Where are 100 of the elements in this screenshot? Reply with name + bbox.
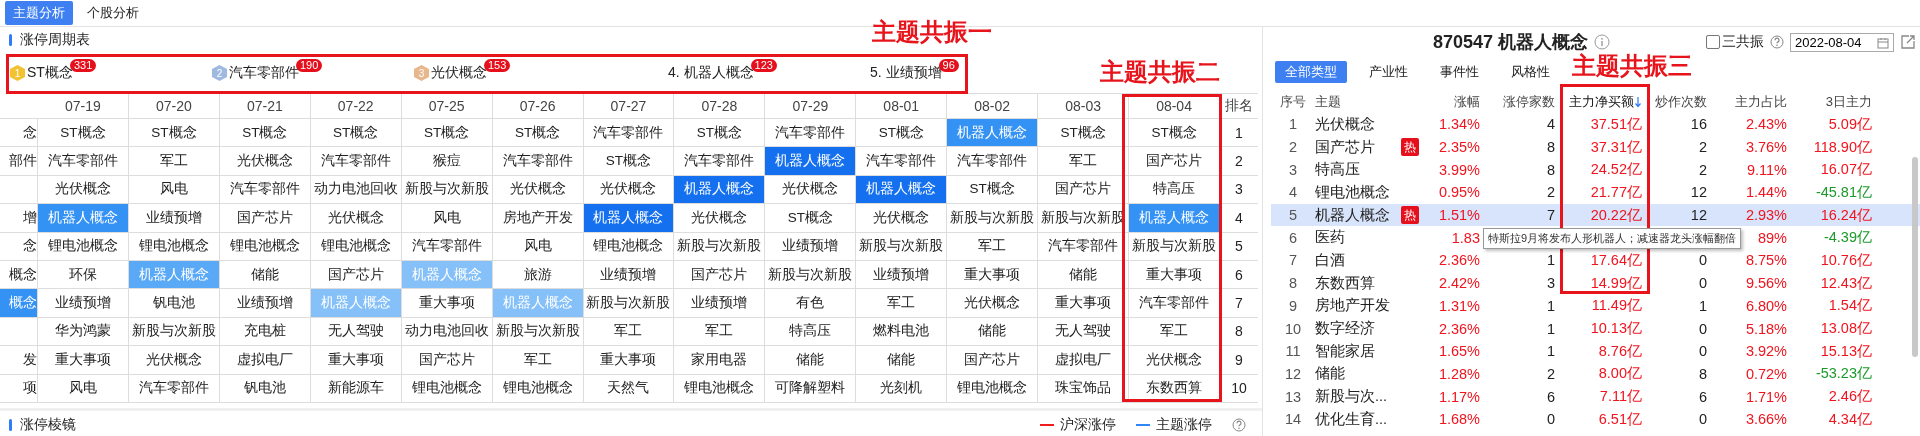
table-cell: 2 [1698, 139, 1707, 156]
table-cell: 重大事项 [310, 346, 402, 375]
table-cell: 新股与次新股 [128, 317, 220, 347]
table-cell: -45.81亿 [1815, 182, 1872, 202]
table-cell: 1.34% [1438, 116, 1480, 133]
table-cell: 6.80% [1745, 297, 1787, 314]
tab[interactable]: 个股分析 [79, 1, 147, 25]
theme-name: 数字经济 [1315, 319, 1376, 339]
table-cell: 1.65% [1438, 343, 1480, 360]
table-cell: 新股与次新股 [583, 289, 675, 318]
column-header[interactable]: 主力净买额 [1569, 93, 1634, 111]
section-title: 涨停棱镜 [20, 415, 76, 434]
export-icon[interactable] [1900, 34, 1916, 50]
column-header: 07-26 [492, 93, 584, 119]
checkbox[interactable] [1706, 35, 1720, 49]
table-cell: ST概念 [947, 175, 1039, 205]
table-cell: 风电 [492, 232, 584, 261]
table-cell: -53.23亿 [1815, 364, 1872, 384]
table-cell: 军工 [128, 147, 220, 176]
column-header: 主力占比 [1735, 93, 1787, 111]
row-number: 7 [1287, 252, 1299, 269]
date-field[interactable]: 2022-08-04 [1790, 32, 1894, 52]
theme-name: 优化生育... [1315, 409, 1389, 429]
tab[interactable]: 事件性 [1430, 61, 1489, 83]
table-cell: 2.36% [1438, 252, 1480, 269]
table-cell: 业绩预增 [856, 260, 948, 290]
table-cell: 1.83 [1451, 229, 1480, 246]
table-cell: ST概念 [1129, 119, 1220, 148]
table-cell: 2 [1698, 161, 1707, 178]
calendar-icon[interactable] [1877, 36, 1889, 49]
table-cell: 风电 [401, 204, 493, 233]
table-cell: 0 [1698, 252, 1707, 269]
table-cell: 军工 [856, 289, 948, 318]
table-cell: 12 [1690, 207, 1707, 224]
table-cell: 重大事项 [38, 346, 129, 375]
theme-name: 锂电池概念 [1315, 182, 1391, 202]
table-cell: 可降解塑料 [765, 374, 857, 403]
count-badge: 190 [296, 58, 323, 72]
tab[interactable]: 主题分析 [5, 1, 73, 25]
table-cell: 3.92% [1745, 343, 1787, 360]
column-header: 08-03 [1038, 93, 1130, 119]
table-cell: 机器人概念 [765, 147, 857, 176]
table-cell: 机器人概念 [310, 289, 402, 318]
table-cell: 动力电池回收 [401, 317, 493, 347]
table-cell: 无人驾驶 [310, 317, 402, 347]
table-cell: 汽车零部件 [38, 147, 129, 176]
scrollbar[interactable] [1912, 157, 1918, 357]
table-cell: 6 [1546, 388, 1555, 405]
table-cell: 汽车零部件 [401, 232, 493, 261]
column-header: 08-01 [856, 93, 948, 119]
help-icon[interactable] [1770, 35, 1784, 49]
table-cell: 0 [1698, 343, 1707, 360]
table-cell: 2.35% [1438, 139, 1480, 156]
column-header: 涨幅 [1454, 93, 1480, 111]
table-cell: ST概念 [583, 147, 675, 176]
hot-badge: 热 [1401, 138, 1419, 157]
table-cell: 汽车零部件 [128, 374, 220, 403]
rank-number: 2 [1220, 147, 1258, 176]
tab[interactable]: 风格性 [1501, 61, 1560, 83]
table-cell: 10.13亿 [1590, 319, 1642, 339]
table-cell: 国产芯片 [1129, 147, 1220, 176]
table-cell: 有色 [765, 289, 857, 318]
table-cell: 念 [0, 232, 38, 261]
theme-name: 房地产开发 [1315, 296, 1391, 316]
selected-row-background[interactable]: 5 机器人概念 热 1.51% 7 20.22亿 12 2.93% 16.24亿 [1271, 203, 1920, 227]
table-cell: 光伏概念 [492, 175, 584, 205]
rank-number: 1 [1220, 119, 1258, 148]
table-cell: 10.76亿 [1820, 250, 1872, 270]
info-icon[interactable] [1594, 34, 1611, 50]
table-cell: 光伏概念 [1129, 346, 1220, 375]
table-cell: 37.31亿 [1590, 137, 1642, 157]
table-cell: 1.54亿 [1828, 296, 1872, 316]
table-cell: 6.51亿 [1598, 409, 1642, 429]
section-marker-icon [9, 418, 12, 431]
rank-number: 8 [1220, 317, 1258, 347]
table-cell: 1.51% [1438, 207, 1480, 224]
table-cell: ST概念 [674, 119, 766, 148]
tab[interactable]: 全部类型 [1275, 61, 1347, 83]
table-cell: 业绩预增 [674, 289, 766, 318]
table-cell: 动力电池回收 [310, 175, 402, 205]
table-cell: 7 [1546, 207, 1555, 224]
tab[interactable]: 产业性 [1359, 61, 1418, 83]
table-cell: 业绩预增 [765, 232, 857, 261]
sort-icon[interactable] [1634, 96, 1642, 108]
table-cell: 军工 [583, 317, 675, 347]
table-cell: ST概念 [310, 119, 402, 148]
table-cell: 4.34亿 [1828, 409, 1872, 429]
table-cell: 发 [0, 346, 38, 375]
table-cell: 118.90亿 [1813, 137, 1872, 157]
row-number: 8 [1287, 275, 1299, 292]
row-number: 6 [1287, 229, 1299, 246]
help-icon[interactable] [1232, 417, 1246, 432]
table-cell: 机器人概念 [128, 260, 220, 290]
rank-number: 6 [1220, 260, 1258, 290]
table-cell: 机器人概念 [583, 204, 675, 233]
table-cell: 汽车零部件 [219, 175, 311, 205]
table-cell: 锂电池概念 [38, 232, 129, 261]
table-cell: 风电 [38, 374, 129, 403]
column-header: 07-22 [310, 93, 402, 119]
table-cell: 汽车零部件 [583, 119, 675, 148]
